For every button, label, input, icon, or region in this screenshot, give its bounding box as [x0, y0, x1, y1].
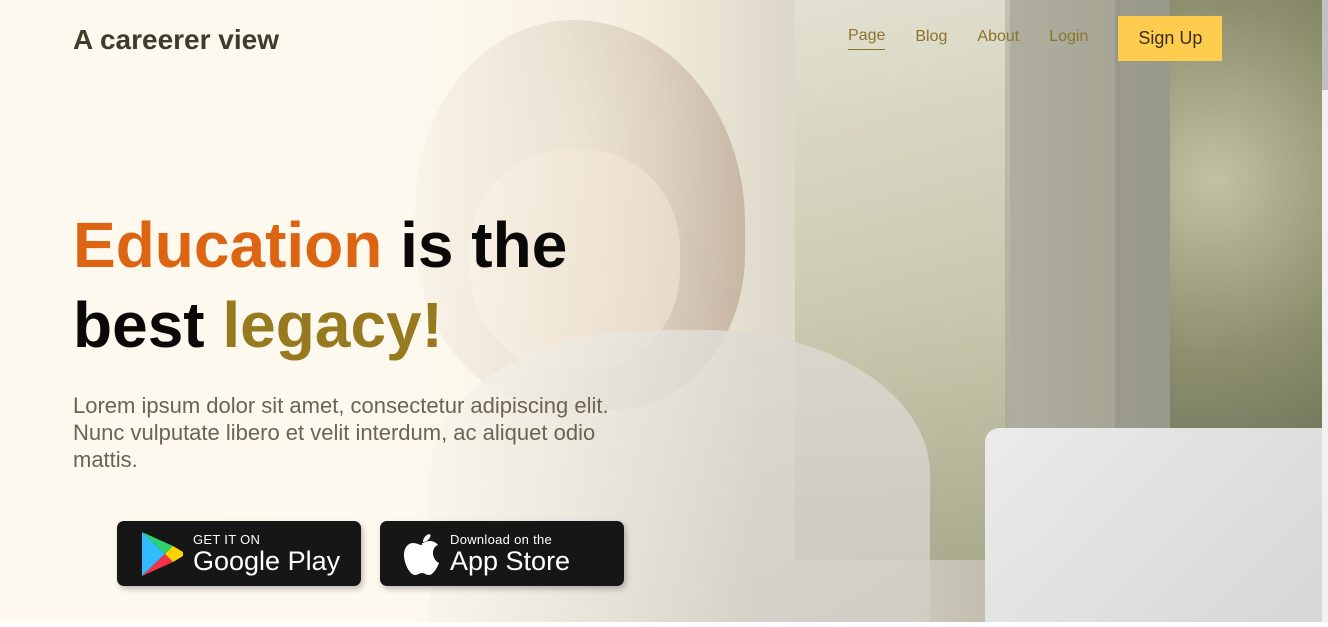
nav-link-page[interactable]: Page [848, 27, 886, 50]
app-store-big-text: App Store [450, 545, 571, 576]
headline-best: best [73, 289, 223, 361]
app-store-badge[interactable]: Download on the App Store [380, 521, 624, 586]
google-play-badge-text: GET IT ON Google Play [193, 532, 340, 576]
hero-description: Lorem ipsum dolor sit amet, consectetur … [73, 393, 609, 472]
scrollbar-track[interactable] [1322, 0, 1328, 622]
apple-icon [402, 530, 442, 578]
signup-button[interactable]: Sign Up [1118, 16, 1223, 61]
headline-legacy: legacy! [222, 289, 443, 361]
main-nav: Page Blog About Login Sign Up [848, 16, 1223, 61]
headline-is-the: is the [382, 209, 568, 281]
hero-headline: Education is the best legacy! [73, 205, 567, 365]
google-play-icon [139, 530, 185, 578]
app-store-badge-text: Download on the App Store [450, 532, 570, 576]
headline-education: Education [73, 209, 383, 281]
nav-link-blog[interactable]: Blog [915, 28, 947, 50]
app-store-small-text: Download on the [450, 531, 553, 547]
google-play-small-text: GET IT ON [193, 531, 261, 547]
google-play-big-text: Google Play [193, 545, 341, 576]
google-play-badge[interactable]: GET IT ON Google Play [117, 521, 361, 586]
brand-logo-text[interactable]: A careerer view [73, 24, 279, 56]
nav-link-login[interactable]: Login [1049, 28, 1088, 50]
background-laptop [985, 428, 1322, 622]
page-bottom-edge [0, 622, 1328, 627]
background-foliage [1170, 0, 1322, 450]
scrollbar-thumb[interactable] [1322, 0, 1328, 90]
nav-link-about[interactable]: About [977, 28, 1019, 50]
